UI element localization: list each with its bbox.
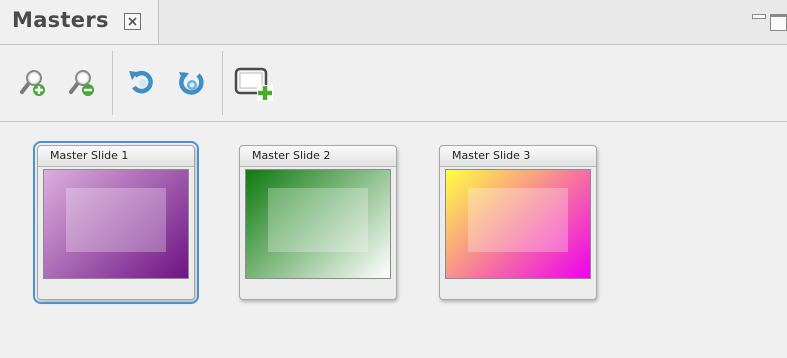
slide-title: Master Slide 2 [252, 149, 331, 162]
rotate-right-icon[interactable] [176, 67, 208, 99]
master-slide-card[interactable]: Master Slide 1 [33, 141, 199, 304]
toolbar-separator [222, 51, 223, 115]
maximize-icon[interactable] [770, 14, 787, 31]
tab-masters[interactable]: Masters [0, 0, 159, 44]
zoom-out-icon[interactable] [66, 67, 98, 99]
slide-title: Master Slide 1 [50, 149, 129, 162]
masters-panel: Masters Master Slide 1 Master Slide 2 Ma… [0, 0, 787, 358]
zoom-in-icon[interactable] [17, 67, 49, 99]
rotate-left-icon[interactable] [126, 67, 158, 99]
toolbar [0, 45, 787, 122]
tab-label: Masters [12, 8, 109, 32]
master-slides-list: Master Slide 1 Master Slide 2 Master Sli… [0, 122, 787, 358]
slide-content-placeholder [66, 188, 166, 252]
tab-bar: Masters [0, 0, 787, 45]
toolbar-separator [112, 51, 113, 115]
master-slide-card[interactable]: Master Slide 2 [239, 145, 397, 300]
close-icon[interactable] [124, 13, 141, 30]
slide-thumbnail [445, 169, 591, 279]
slide-title: Master Slide 3 [452, 149, 531, 162]
slide-content-placeholder [268, 188, 368, 252]
new-master-slide-icon[interactable] [234, 63, 274, 103]
slide-thumbnail [43, 169, 189, 279]
slide-thumbnail [245, 169, 391, 279]
slide-title-bar: Master Slide 1 [38, 146, 194, 167]
slide-title-bar: Master Slide 3 [440, 146, 596, 167]
master-slide-card[interactable]: Master Slide 3 [439, 145, 597, 300]
slide-content-placeholder [468, 188, 568, 252]
slide-title-bar: Master Slide 2 [240, 146, 396, 167]
window-controls [747, 13, 787, 33]
minimize-icon[interactable] [752, 14, 766, 19]
